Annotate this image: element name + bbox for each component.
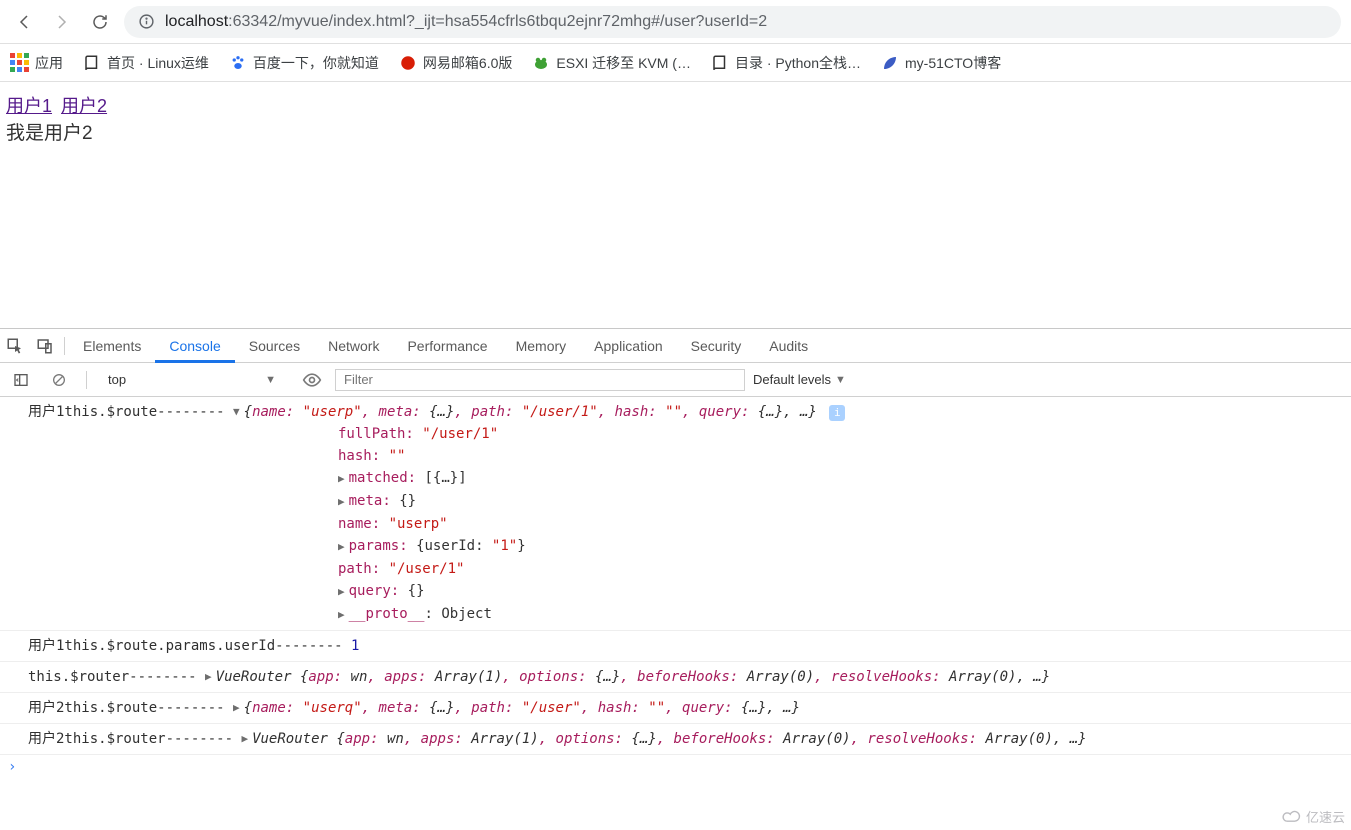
frog-icon (532, 54, 550, 72)
book-icon (83, 54, 101, 72)
user1-link[interactable]: 用户1 (6, 96, 52, 116)
console-body: 用户1this.$route-------- ▼ {name: "userp",… (0, 397, 1351, 779)
bookmarks-bar: 应用 首页 · Linux运维 百度一下，你就知道 网易邮箱6.0版 ESXI … (0, 44, 1351, 82)
tab-application[interactable]: Application (580, 329, 677, 363)
console-row[interactable]: 用户2this.$route-------- ▶ {name: "userq",… (0, 693, 1351, 724)
console-row[interactable]: 用户1this.$route-------- ▼ {name: "userp",… (0, 397, 1351, 631)
bookmark-esxi[interactable]: ESXI 迁移至 KVM (… (532, 53, 691, 73)
devtools-tabbar: Elements Console Sources Network Perform… (0, 329, 1351, 363)
bookmark-baidu[interactable]: 百度一下，你就知道 (229, 53, 379, 73)
tab-network[interactable]: Network (314, 329, 393, 363)
context-label: top (108, 372, 126, 387)
tab-performance[interactable]: Performance (393, 329, 501, 363)
browser-toolbar: localhost:63342/myvue/index.html?_ijt=hs… (0, 0, 1351, 44)
bookmark-label: 首页 · Linux运维 (107, 53, 209, 73)
apps-icon (10, 53, 29, 72)
log-label: 用户1this.$route.params.userId-------- (28, 635, 351, 657)
tab-sources[interactable]: Sources (235, 329, 314, 363)
inspect-element-icon[interactable] (0, 331, 30, 361)
page-text: 我是用户2 (6, 118, 1345, 145)
expand-icon[interactable]: ▶ (338, 468, 345, 490)
bookmark-163mail[interactable]: 网易邮箱6.0版 (399, 53, 512, 73)
eye-icon[interactable] (297, 365, 327, 395)
user2-link[interactable]: 用户2 (61, 96, 107, 116)
object-properties: fullPath: "/user/1" hash: "" ▶matched: [… (28, 423, 1343, 626)
expand-icon[interactable]: ▶ (233, 697, 240, 719)
tab-console[interactable]: Console (155, 329, 234, 363)
expand-icon[interactable]: ▶ (338, 581, 345, 603)
filter-input[interactable] (335, 369, 745, 391)
back-button[interactable] (10, 8, 38, 36)
bookmark-label: 百度一下，你就知道 (253, 53, 379, 73)
bookmark-label: my-51CTO博客 (905, 53, 1001, 73)
console-toolbar: top ▼ Default levels ▼ (0, 363, 1351, 397)
log-label: this.$router-------- (28, 666, 205, 688)
bookmark-linux[interactable]: 首页 · Linux运维 (83, 53, 209, 73)
forward-button[interactable] (48, 8, 76, 36)
log-summary: VueRouter {app: wn, apps: Array(1), opti… (252, 728, 1087, 750)
mail-icon (399, 54, 417, 72)
log-label: 用户1this.$route-------- (28, 401, 233, 423)
tab-elements[interactable]: Elements (69, 329, 155, 363)
leaf-icon (881, 54, 899, 72)
watermark: 亿速云 (1280, 807, 1345, 826)
expand-icon[interactable]: ▶ (338, 536, 345, 558)
log-label: 用户2this.$route-------- (28, 697, 233, 719)
expand-icon[interactable]: ▶ (241, 728, 248, 750)
console-prompt[interactable]: › (0, 755, 1351, 779)
log-label: 用户2this.$router-------- (28, 728, 241, 750)
dropdown-icon: ▼ (835, 374, 846, 386)
log-summary: {name: "userp", meta: {…}, path: "/user/… (244, 401, 846, 423)
log-levels-selector[interactable]: Default levels ▼ (753, 372, 850, 387)
page-body: 用户1 用户2 我是用户2 (0, 82, 1351, 155)
console-row[interactable]: 用户1this.$route.params.userId-------- 1 (0, 631, 1351, 662)
levels-label: Default levels (753, 372, 831, 387)
apps-label: 应用 (35, 53, 63, 73)
dropdown-icon: ▼ (265, 374, 276, 386)
log-summary: VueRouter {app: wn, apps: Array(1), opti… (216, 666, 1051, 688)
expand-icon[interactable]: ▶ (338, 604, 345, 626)
bookmark-label: 目录 · Python全栈… (735, 53, 861, 73)
apps-button[interactable]: 应用 (10, 53, 63, 73)
clear-console-icon[interactable] (44, 365, 74, 395)
book-icon (711, 54, 729, 72)
expand-icon[interactable]: ▶ (205, 666, 212, 688)
bookmark-python[interactable]: 目录 · Python全栈… (711, 53, 861, 73)
info-badge-icon[interactable]: i (829, 405, 845, 421)
tab-audits[interactable]: Audits (755, 329, 822, 363)
console-sidebar-toggle-icon[interactable] (6, 365, 36, 395)
console-row[interactable]: this.$router-------- ▶ VueRouter {app: w… (0, 662, 1351, 693)
bookmark-label: ESXI 迁移至 KVM (… (556, 53, 691, 73)
bookmark-label: 网易邮箱6.0版 (423, 53, 512, 73)
site-info-icon[interactable] (138, 13, 155, 30)
reload-button[interactable] (86, 8, 114, 36)
context-selector[interactable]: top ▼ (99, 371, 289, 388)
log-value: 1 (351, 635, 359, 657)
expand-icon[interactable]: ▼ (233, 401, 240, 423)
console-row[interactable]: 用户2this.$router-------- ▶ VueRouter {app… (0, 724, 1351, 755)
bookmark-51cto[interactable]: my-51CTO博客 (881, 53, 1001, 73)
expand-icon[interactable]: ▶ (338, 491, 345, 513)
url-text: localhost:63342/myvue/index.html?_ijt=hs… (165, 13, 767, 31)
log-summary: {name: "userq", meta: {…}, path: "/user"… (244, 697, 800, 719)
devtools-panel: Elements Console Sources Network Perform… (0, 328, 1351, 830)
tab-memory[interactable]: Memory (502, 329, 581, 363)
tab-security[interactable]: Security (677, 329, 756, 363)
address-bar[interactable]: localhost:63342/myvue/index.html?_ijt=hs… (124, 6, 1341, 38)
device-toggle-icon[interactable] (30, 331, 60, 361)
paw-icon (229, 54, 247, 72)
